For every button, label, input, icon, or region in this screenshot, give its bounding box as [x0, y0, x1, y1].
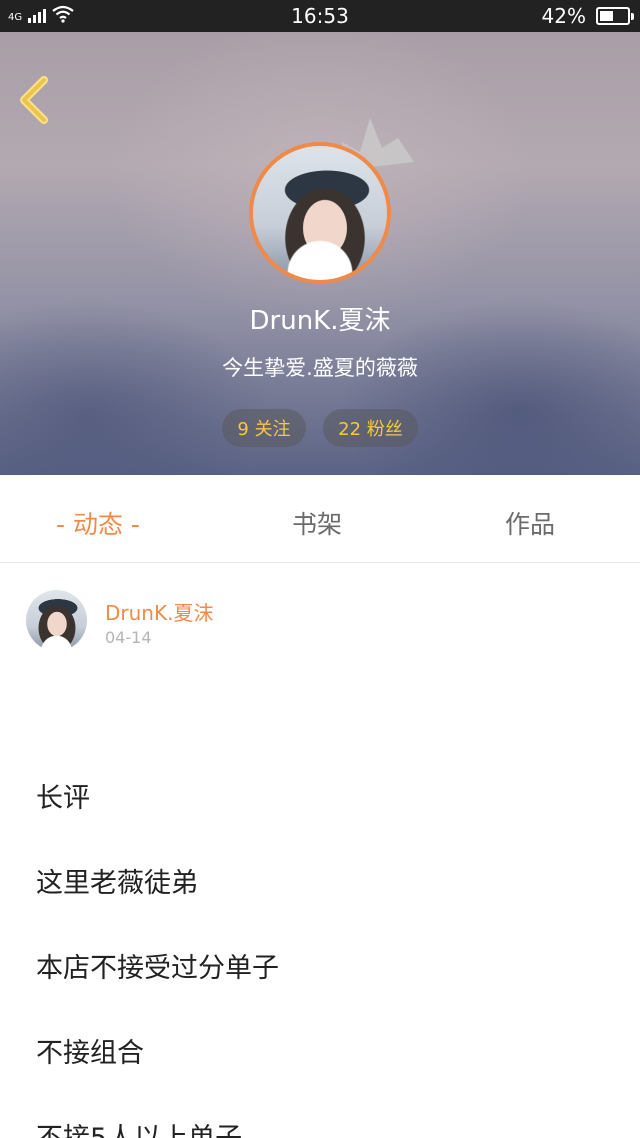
post-date: 04-14 — [105, 628, 152, 647]
battery-percent: 42% — [541, 4, 586, 28]
profile-name: DrunK.夏沫 — [249, 306, 391, 336]
post-line: 长评 — [36, 783, 90, 814]
post-line: 不接5人以上单子 — [36, 1116, 242, 1138]
profile-screen: 4G 16:53 42% DrunK.夏沫 今生挚爱.盛夏的薇薇 9 关注 22… — [0, 0, 640, 1138]
post-line: 这里老薇徒弟 — [36, 868, 198, 899]
tab-activity[interactable]: - 动态 - — [56, 505, 140, 541]
profile-avatar[interactable] — [249, 142, 391, 284]
tab-bookshelf[interactable]: 书架 — [292, 505, 342, 541]
profile-tabs: - 动态 - 书架 作品 — [0, 475, 640, 563]
fans-count-button[interactable]: 22 粉丝 — [323, 409, 418, 447]
profile-signature: 今生挚爱.盛夏的薇薇 — [222, 356, 418, 380]
post-line: 本店不接受过分单子 — [36, 953, 279, 984]
post-line: 不接组合 — [36, 1038, 144, 1069]
status-bar: 4G 16:53 42% — [0, 0, 640, 32]
tab-works[interactable]: 作品 — [505, 505, 555, 541]
status-right: 42% — [541, 4, 634, 28]
post-author-avatar[interactable] — [26, 590, 87, 651]
following-count-button[interactable]: 9 关注 — [222, 409, 306, 447]
battery-icon — [596, 7, 634, 25]
back-arrow-icon[interactable] — [14, 74, 54, 126]
post-author-name[interactable]: DrunK.夏沫 — [105, 597, 213, 626]
profile-header: DrunK.夏沫 今生挚爱.盛夏的薇薇 9 关注 22 粉丝 — [0, 32, 640, 475]
